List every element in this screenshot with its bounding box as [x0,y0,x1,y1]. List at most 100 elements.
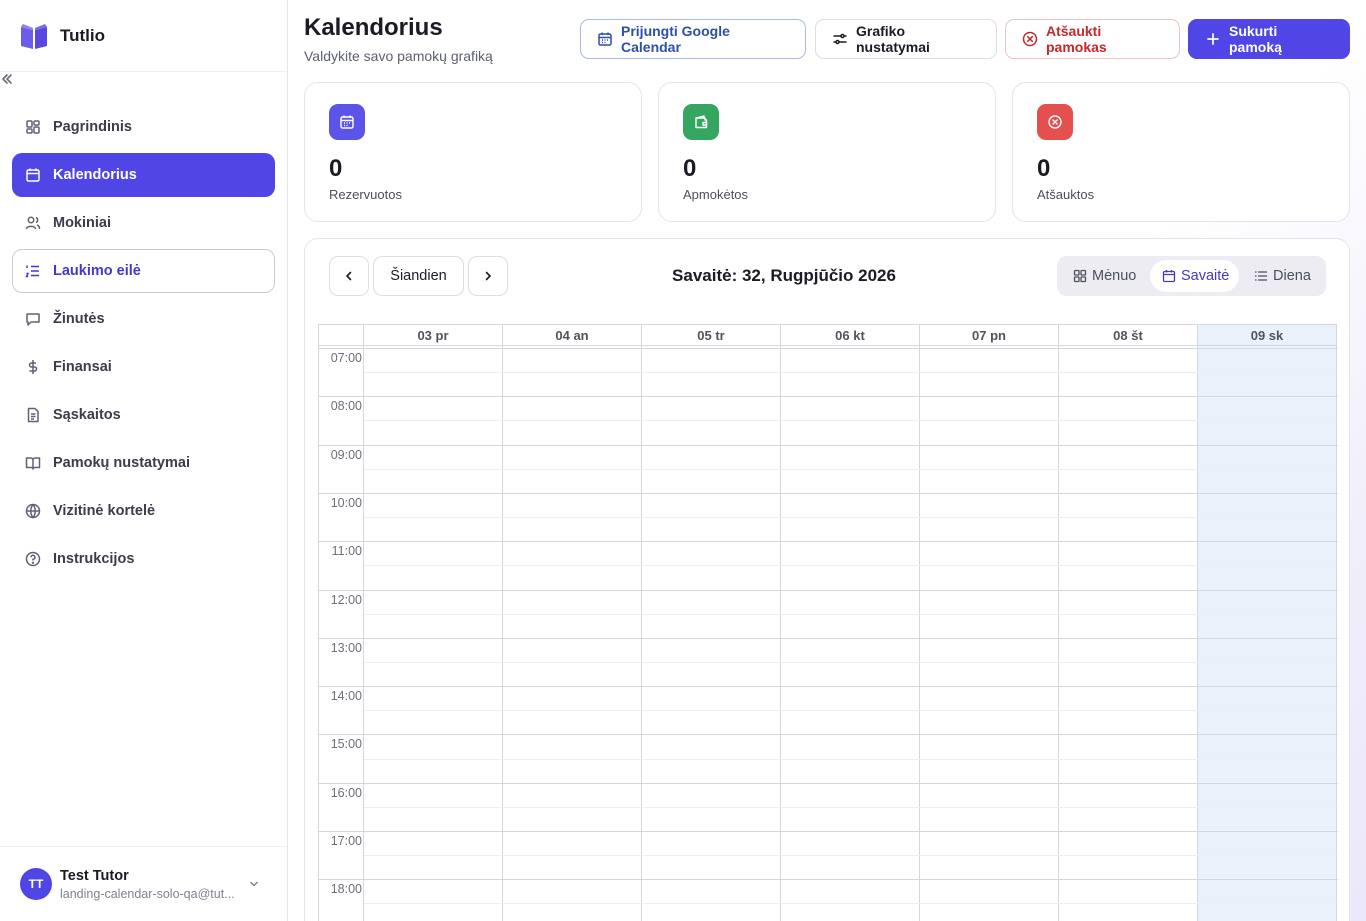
hour-line [318,637,1338,639]
time-label: 15:00 [330,737,362,752]
hour-line [318,492,1338,494]
day-header: 07 pn [920,324,1059,346]
view-label: Savaitė [1181,268,1230,284]
sidebar-item-laukimo-eile[interactable]: Laukimo eilė [12,249,275,293]
half-hour-line [364,468,1338,470]
half-hour-line [364,420,1338,422]
view-month-tab[interactable]: Mėnuo [1061,260,1150,292]
list-ordered-icon [25,263,41,279]
stat-card-reserved: 0 Rezervuotos [304,82,642,222]
time-label: 12:00 [330,592,362,607]
view-day-tab[interactable]: Diena [1242,260,1322,292]
cancel-lessons-button[interactable]: Atšaukti pamokas [1005,19,1180,59]
time-label: 10:00 [330,495,362,510]
time-label: 16:00 [330,785,362,800]
view-label: Diena [1273,268,1311,284]
stat-value: 0 [1037,155,1051,182]
schedule-settings-label: Grafiko nustatymai [856,23,930,55]
week-grid: 03 pr 04 an 05 tr 06 kt 07 pn 08 št 09 sk 07:00… [318,324,1338,921]
chevron-down-icon[interactable] [248,877,260,895]
calendar-icon [329,104,365,140]
calendar-icon [1162,269,1176,283]
brand[interactable]: Tutlio [0,0,287,72]
time-label: 14:00 [330,689,362,704]
sidebar-item-label: Pamokų nustatymai [53,455,190,471]
page-title: Kalendorius [304,14,443,41]
half-hour-line [364,565,1338,567]
avatar: TT [20,868,52,900]
sidebar-item-label: Mokiniai [53,215,112,231]
stats-row: 0 Rezervuotos 0 Apmokėtos 0 Atšauktos [304,82,1350,222]
stat-card-cancelled: 0 Atšauktos [1012,82,1350,222]
calendar-icon [597,31,613,47]
half-hour-line [364,903,1338,905]
half-hour-line [364,372,1338,374]
day-header: 06 kt [781,324,920,346]
users-icon [25,215,41,231]
day-column[interactable] [503,346,642,921]
hour-line [318,831,1338,832]
collapse-sidebar-icon[interactable] [0,72,287,91]
day-header: 05 tr [642,324,781,346]
sidebar-item-mokiniai[interactable]: Mokiniai [12,201,275,245]
x-circle-icon [1022,31,1038,47]
sidebar-item-vizitine-kortele[interactable]: Vizitinė kortelė [12,489,275,533]
schedule-settings-button[interactable]: Grafiko nustatymai [815,19,997,59]
globe-icon [25,503,41,519]
hour-line [318,541,1338,543]
create-lesson-button[interactable]: Sukurti pamoką [1188,19,1350,59]
time-label: 11:00 [331,544,362,559]
message-icon [25,311,41,327]
book-logo-icon [21,23,47,49]
stat-card-paid: 0 Apmokėtos [658,82,996,222]
hour-line [318,734,1338,736]
half-hour-line [364,855,1338,857]
sidebar-item-saskaitos[interactable]: Sąskaitos [12,393,275,437]
stat-value: 0 [329,155,343,182]
sidebar-item-zinutes[interactable]: Žinutės [12,297,275,341]
sidebar-item-instrukcijos[interactable]: Instrukcijos [12,537,275,581]
time-label: 09:00 [330,447,362,462]
day-column[interactable] [642,346,781,921]
half-hour-line [364,806,1338,808]
day-column[interactable] [1198,346,1337,921]
view-week-tab[interactable]: Savaitė [1150,260,1239,292]
brand-name: Tutlio [60,25,105,45]
grid-icon [1073,269,1087,283]
wallet-icon [683,104,719,140]
sidebar-item-kalendorius[interactable]: Kalendorius [12,153,275,197]
page-subtitle: Valdykite savo pamokų grafiką [304,48,493,64]
sidebar-item-label: Pagrindinis [53,119,132,135]
user-name: Test Tutor [60,867,129,884]
day-column[interactable] [781,346,920,921]
connect-google-calendar-label: Prijungti Google Calendar [621,23,730,55]
time-label: 13:00 [330,640,362,655]
sidebar-item-finansai[interactable]: Finansai [12,345,275,389]
calendar-panel: Šiandien Savaitė: 32, Rugpjūčio 2026 Mėn… [304,238,1350,921]
half-hour-line [364,661,1338,663]
stat-value: 0 [683,155,697,182]
day-column[interactable] [1059,346,1198,921]
grid-corner [318,324,364,346]
day-header: 04 an [503,324,642,346]
day-column[interactable] [920,346,1059,921]
half-hour-line [364,710,1338,712]
sidebar-item-pagrindinis[interactable]: Pagrindinis [12,105,275,149]
day-column[interactable] [364,346,503,921]
half-hour-line [364,517,1338,519]
help-circle-icon [25,551,41,567]
stat-label: Atšauktos [1037,187,1095,202]
dashboard-icon [25,119,41,135]
hour-line [318,396,1338,398]
dollar-icon [25,359,41,375]
connect-google-calendar-button[interactable]: Prijungti Google Calendar [580,19,806,59]
day-header: 03 pr [364,324,503,346]
user-menu[interactable]: TT Test Tutor landing-calendar-solo-qa@t… [0,846,287,921]
sidebar: Tutlio Pagrindinis Kalendorius Mokiniai … [0,0,288,921]
time-label: 07:00 [330,351,362,365]
sidebar-item-pamoku-nustatymai[interactable]: Pamokų nustatymai [12,441,275,485]
half-hour-line [364,613,1338,615]
sidebar-item-label: Kalendorius [53,167,137,183]
hour-line [318,782,1338,784]
sidebar-item-label: Žinutės [53,311,105,327]
